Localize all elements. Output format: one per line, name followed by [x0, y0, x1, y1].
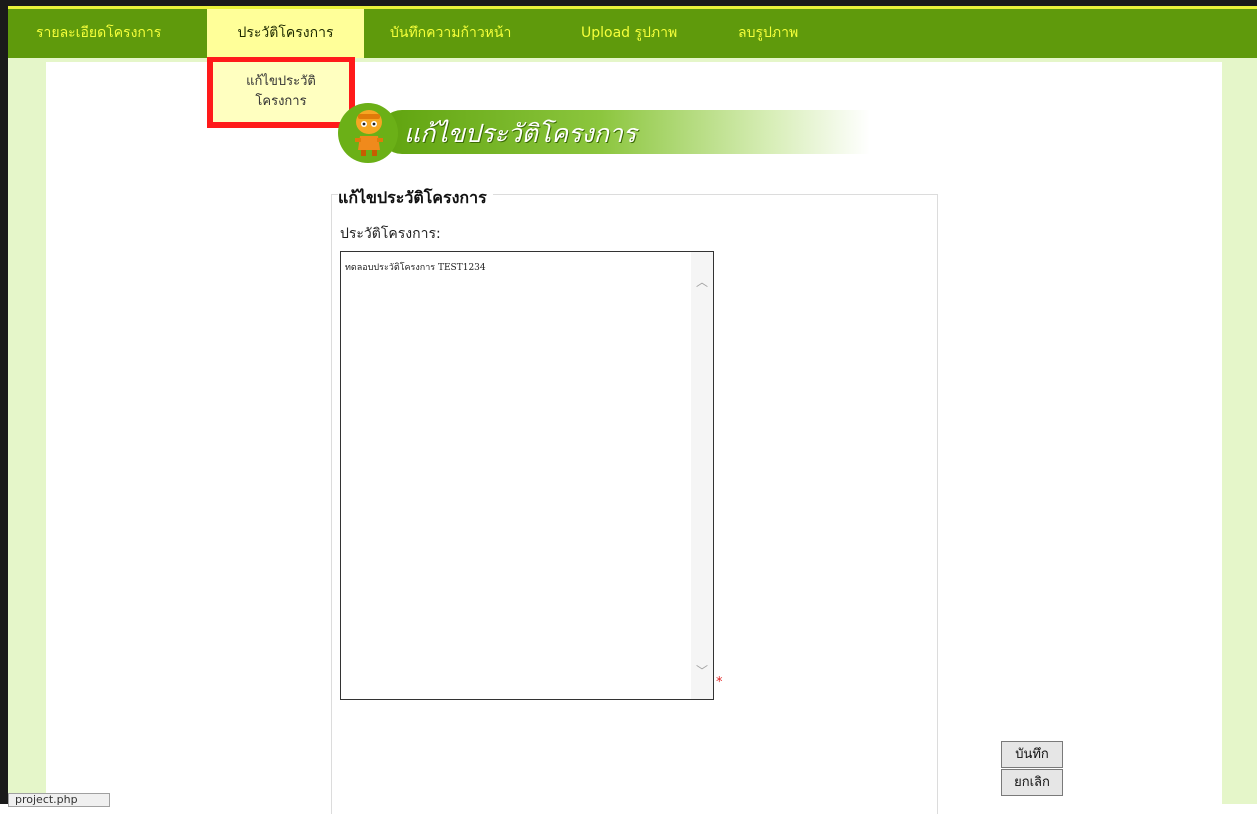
nav-item-project-details[interactable]: รายละเอียดโครงการ [36, 9, 161, 58]
nav-item-delete-images[interactable]: ลบรูปภาพ [738, 9, 798, 58]
nav-item-progress-log[interactable]: บันทึกความก้าวหน้า [390, 9, 511, 58]
scroll-down-icon[interactable]: ﹀ [691, 662, 713, 680]
history-field-label: ประวัติโครงการ: [340, 226, 441, 242]
left-margin [8, 58, 46, 804]
dropdown-item-label-line1: แก้ไขประวัติ [246, 74, 316, 89]
textarea-scrollbar[interactable] [691, 252, 713, 699]
required-marker: * [716, 675, 723, 690]
save-button[interactable]: บันทึก [1001, 741, 1063, 768]
nav-item-upload-images[interactable]: Upload รูปภาพ [581, 9, 677, 58]
dropdown-item-label-line2: โครงการ [255, 94, 307, 109]
status-bar-url: project.php [8, 793, 110, 807]
window-frame-left [0, 0, 8, 804]
page-title: แก้ไขประวัติโครงการ [404, 119, 637, 148]
mascot-icon [355, 110, 383, 156]
right-margin [1222, 58, 1257, 804]
dropdown-item-edit-history[interactable]: แก้ไขประวัติ โครงการ [207, 57, 355, 128]
main-nav: รายละเอียดโครงการ ประวัติโครงการ บันทึกค… [8, 9, 1257, 58]
nav-item-project-history[interactable]: ประวัติโครงการ [207, 9, 364, 58]
form-legend: แก้ไขประวัติโครงการ [338, 186, 493, 211]
cancel-button[interactable]: ยกเลิก [1001, 769, 1063, 796]
scroll-up-icon[interactable]: ︿ [691, 273, 713, 291]
history-textarea[interactable]: ทดลอบประวัติโครงการ TEST1234 [340, 251, 714, 700]
